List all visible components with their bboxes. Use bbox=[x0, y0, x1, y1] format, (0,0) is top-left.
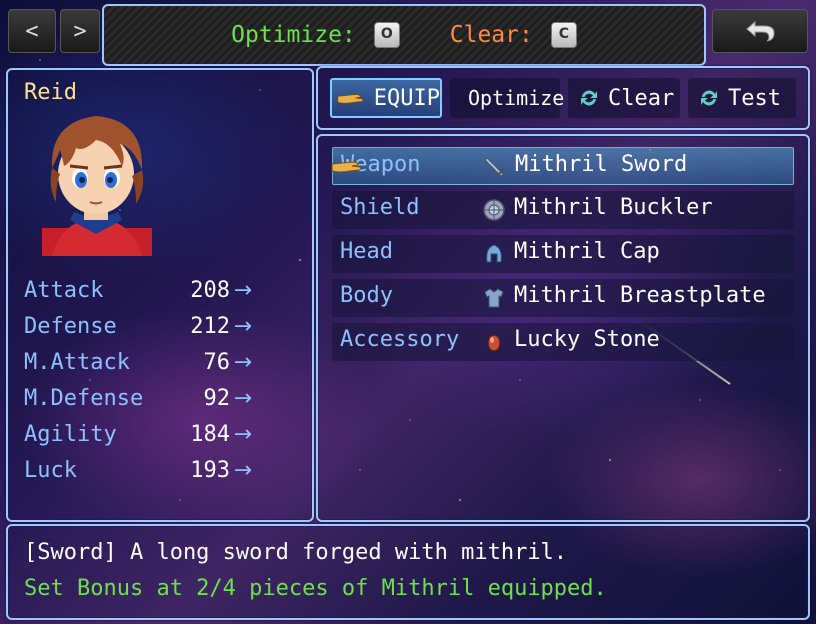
forward-button[interactable]: > bbox=[60, 9, 100, 53]
stat-label: Attack bbox=[24, 278, 104, 303]
set-bonus-text: Set Bonus at 2/4 pieces of Mithril equip… bbox=[24, 576, 607, 601]
stat-row-attack: Attack 208 → bbox=[24, 278, 254, 310]
optimize-shortcut-label: Optimize: bbox=[231, 22, 356, 48]
item-name: Mithril Sword bbox=[515, 152, 688, 177]
shortcut-header: Optimize: O Clear: C bbox=[102, 4, 706, 66]
stat-value: 92 bbox=[203, 386, 231, 411]
right-arrow-icon: → bbox=[233, 350, 252, 375]
hand-pointer-icon bbox=[337, 94, 364, 104]
actor-portrait bbox=[42, 116, 152, 256]
command-label: Optimize bbox=[468, 86, 565, 110]
item-name: Mithril Cap bbox=[514, 239, 660, 264]
item-name: Mithril Buckler bbox=[514, 195, 713, 220]
stat-label: Agility bbox=[24, 422, 117, 447]
clear-shortcut-label: Clear: bbox=[449, 22, 533, 48]
command-label: EQUIP bbox=[373, 85, 440, 111]
item-description: [Sword] A long sword forged with mithril… bbox=[24, 540, 568, 565]
armor-icon bbox=[484, 288, 504, 308]
stat-value: 184 bbox=[190, 422, 230, 447]
command-equip[interactable]: EQUIP bbox=[330, 78, 442, 118]
back-arrow-label: < bbox=[25, 18, 39, 44]
command-label: Test bbox=[728, 85, 781, 111]
help-window bbox=[6, 524, 810, 620]
slot-body[interactable]: Body Mithril Breastplate bbox=[332, 279, 794, 317]
refresh-icon bbox=[581, 90, 597, 106]
stat-label: Luck bbox=[24, 458, 77, 483]
stat-value: 193 bbox=[190, 458, 230, 483]
stat-row-luck: Luck 193 → bbox=[24, 458, 254, 490]
right-arrow-icon: → bbox=[233, 458, 252, 483]
shield-icon bbox=[483, 199, 505, 221]
stat-value: 212 bbox=[190, 314, 230, 339]
helmet-icon bbox=[486, 244, 502, 263]
forward-arrow-label: > bbox=[73, 18, 87, 44]
slot-head[interactable]: Head Mithril Cap bbox=[332, 235, 794, 273]
optimize-key-icon[interactable]: O bbox=[373, 22, 400, 48]
item-name: Mithril Breastplate bbox=[514, 283, 766, 308]
actor-name: Reid bbox=[24, 80, 77, 105]
back-button[interactable]: < bbox=[8, 9, 56, 53]
stat-row-mattack: M.Attack 76 → bbox=[24, 350, 254, 382]
slot-weapon[interactable]: Weapon Mithril Sword bbox=[332, 147, 794, 185]
command-optimize[interactable]: Optimize bbox=[450, 78, 564, 118]
right-arrow-icon: → bbox=[233, 422, 252, 447]
command-clear[interactable]: Clear bbox=[568, 78, 680, 118]
clear-key-icon[interactable]: C bbox=[550, 22, 577, 48]
command-label: Clear bbox=[608, 85, 675, 111]
right-arrow-icon: → bbox=[233, 314, 252, 339]
stat-row-mdefense: M.Defense 92 → bbox=[24, 386, 254, 418]
return-button[interactable] bbox=[712, 9, 808, 53]
stat-row-agility: Agility 184 → bbox=[24, 422, 254, 454]
refresh-icon bbox=[701, 90, 717, 106]
return-arrow-icon bbox=[746, 20, 775, 42]
stat-value: 76 bbox=[203, 350, 231, 375]
right-arrow-icon: → bbox=[233, 278, 252, 303]
slot-accessory[interactable]: Accessory Lucky Stone bbox=[332, 323, 794, 361]
stat-label: M.Attack bbox=[24, 350, 130, 375]
right-arrow-icon: → bbox=[233, 386, 252, 411]
slot-shield[interactable]: Shield Mithril Buckler bbox=[332, 191, 794, 229]
hand-cursor-icon bbox=[331, 161, 362, 173]
stat-label: Defense bbox=[24, 314, 117, 339]
slot-label: Body bbox=[340, 283, 393, 308]
slot-label: Accessory bbox=[340, 327, 460, 352]
item-name: Lucky Stone bbox=[514, 327, 660, 352]
stat-row-defense: Defense 212 → bbox=[24, 314, 254, 346]
sword-icon bbox=[484, 157, 505, 177]
command-test[interactable]: Test bbox=[688, 78, 796, 118]
stat-value: 208 bbox=[190, 278, 230, 303]
stone-icon bbox=[487, 334, 501, 352]
stat-label: M.Defense bbox=[24, 386, 144, 411]
slot-label: Shield bbox=[340, 195, 420, 220]
slot-label: Head bbox=[340, 239, 393, 264]
